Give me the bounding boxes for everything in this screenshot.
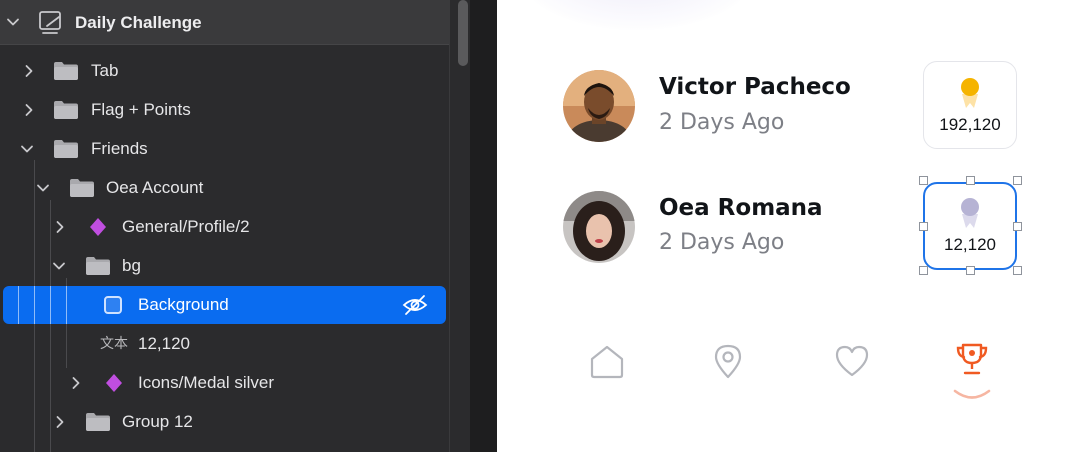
gold-medal-icon (957, 76, 983, 110)
resize-handle[interactable] (966, 266, 975, 275)
score-card[interactable]: 192,120 (923, 61, 1017, 149)
layer-row-score-text[interactable]: 文本 12,120 (0, 324, 449, 363)
resize-handle[interactable] (1013, 266, 1022, 275)
score-value: 12,120 (944, 235, 996, 254)
resize-handle[interactable] (1013, 176, 1022, 185)
layer-label: Tab (91, 61, 119, 80)
chevron-right-icon[interactable] (22, 103, 36, 117)
layer-label: bg (122, 256, 141, 275)
trophy-icon[interactable] (953, 340, 991, 378)
folder-icon (53, 139, 79, 159)
resize-handle[interactable] (966, 176, 975, 185)
scroll-thumb[interactable] (458, 0, 468, 66)
layer-label: Friends (91, 139, 148, 158)
avatar (563, 70, 635, 142)
layer-row-medal-silver[interactable]: Icons/Medal silver (0, 363, 449, 402)
symbol-icon (104, 373, 124, 393)
user-name: Oea Romana (659, 195, 823, 221)
chevron-right-icon[interactable] (69, 376, 83, 390)
panel-edge (470, 0, 497, 452)
symbol-icon (88, 217, 108, 237)
layer-row-background[interactable]: Background (0, 285, 449, 324)
user-name: Victor Pacheco (659, 74, 851, 100)
layer-label: Icons/Medal silver (138, 373, 275, 392)
layer-label: Group 12 (122, 412, 193, 431)
chevron-right-icon[interactable] (22, 64, 36, 78)
folder-icon (53, 61, 79, 81)
resize-handle[interactable] (919, 266, 928, 275)
panel-divider (449, 0, 450, 452)
layer-row-bg[interactable]: bg (0, 246, 449, 285)
layer-row-flag-points[interactable]: Flag + Points (0, 90, 449, 129)
resize-handle[interactable] (919, 222, 928, 231)
layer-label: Flag + Points (91, 100, 191, 119)
layer-row-tab[interactable]: Tab (0, 51, 449, 90)
chevron-right-icon[interactable] (53, 415, 67, 429)
resize-handle[interactable] (1013, 222, 1022, 231)
chevron-down-icon[interactable] (6, 15, 20, 29)
timestamp: 2 Days Ago (659, 110, 785, 135)
layer-row-friends[interactable]: Friends (0, 129, 449, 168)
avatar (563, 191, 635, 263)
folder-icon (85, 256, 111, 276)
chevron-down-icon[interactable] (52, 259, 66, 273)
eye-hidden-icon[interactable] (402, 294, 428, 316)
decorative-shape (517, 0, 757, 30)
layer-label: Daily Challenge (75, 13, 202, 32)
chevron-down-icon[interactable] (36, 181, 50, 195)
layer-label: Background (138, 295, 229, 314)
layer-row-general-profile[interactable]: General/Profile/2 (0, 207, 449, 246)
rectangle-icon (104, 295, 122, 314)
score-card-selected[interactable]: 12,120 (923, 182, 1017, 270)
folder-icon (53, 100, 79, 120)
text-layer-icon: 文本 (100, 335, 128, 351)
folder-icon (85, 412, 111, 432)
timestamp: 2 Days Ago (659, 230, 785, 255)
resize-handle[interactable] (919, 176, 928, 185)
home-icon[interactable] (588, 342, 626, 380)
layer-label: 12,120 (138, 334, 190, 353)
layer-row-group-12[interactable]: Group 12 (0, 402, 449, 441)
layer-label: Oea Account (106, 178, 204, 197)
silver-medal-icon (957, 196, 983, 230)
layer-row-daily-challenge[interactable]: Daily Challenge (0, 0, 449, 45)
location-pin-icon[interactable] (709, 342, 747, 380)
active-tab-indicator (952, 388, 992, 402)
scrollbar[interactable] (456, 0, 470, 452)
score-value: 192,120 (939, 115, 1001, 134)
layer-label: General/Profile/2 (122, 217, 250, 236)
layer-row-oea-account[interactable]: Oea Account (0, 168, 449, 207)
artboard-icon (37, 9, 65, 37)
layers-panel: Daily Challenge Tab Flag + Points Friend… (0, 0, 497, 452)
chevron-right-icon[interactable] (53, 220, 67, 234)
folder-icon (69, 178, 95, 198)
chevron-down-icon[interactable] (20, 142, 34, 156)
design-canvas[interactable]: Victor Pacheco 2 Days Ago 192,120 Oea Ro… (497, 0, 1080, 452)
heart-icon[interactable] (833, 342, 871, 380)
